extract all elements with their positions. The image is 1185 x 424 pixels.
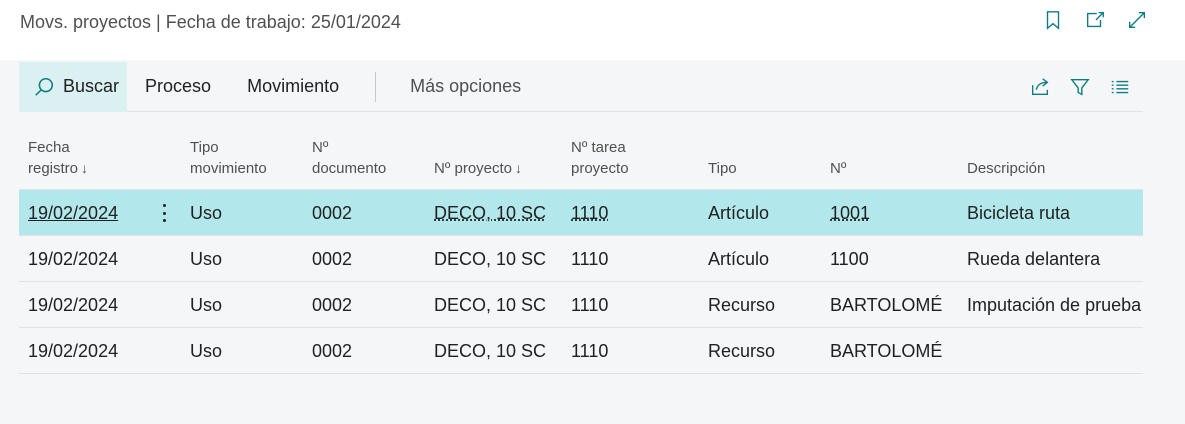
cell-descripcion: Rueda delantera xyxy=(967,249,1101,269)
cell-proyecto[interactable]: DECO, 10 SC xyxy=(434,202,546,224)
list-view-icon[interactable] xyxy=(1107,74,1133,100)
search-button-label: Buscar xyxy=(63,76,120,96)
cell-tipo-movimiento: Uso xyxy=(190,249,223,269)
column-header-tipo-movimiento[interactable]: Tipo movimiento xyxy=(190,137,267,179)
column-header-tarea-proyecto[interactable]: Nº tarea proyecto xyxy=(571,137,629,179)
column-header-documento[interactable]: Nº documento xyxy=(312,137,386,179)
row-menu-icon[interactable] xyxy=(159,202,169,224)
cell-documento: 0002 xyxy=(312,249,353,269)
table-row[interactable]: 19/02/2024 Uso 0002 DECO, 10 SC 1110 Rec… xyxy=(19,328,1143,374)
cell-proyecto: DECO, 10 SC xyxy=(434,295,547,315)
cell-documento: 0002 xyxy=(312,295,353,315)
page-title: Movs. proyectos | Fecha de trabajo: 25/0… xyxy=(20,12,401,32)
cell-tipo: Artículo xyxy=(708,249,770,269)
column-header-descripcion[interactable]: Descripción xyxy=(967,158,1045,179)
cell-numero: 1100 xyxy=(830,249,869,269)
expand-icon[interactable] xyxy=(1125,8,1149,32)
table-header: Fecha registro ↓ Tipo movimiento Nº docum… xyxy=(19,113,1143,190)
cell-proyecto: DECO, 10 SC xyxy=(434,341,547,361)
cell-tipo: Recurso xyxy=(708,295,776,315)
column-header-tipo[interactable]: Tipo xyxy=(708,158,737,179)
column-header-proyecto[interactable]: Nº proyecto ↓ xyxy=(434,158,522,179)
filter-icon[interactable] xyxy=(1067,74,1093,100)
cell-documento: 0002 xyxy=(312,341,353,361)
share-icon[interactable] xyxy=(1027,74,1053,100)
cell-numero: BARTOLOMÉ xyxy=(830,341,943,361)
cell-tarea: 1110 xyxy=(571,341,609,361)
table-row[interactable]: 19/02/2024 Uso 0002 DECO, 10 SC 1110 Rec… xyxy=(19,282,1143,328)
search-icon xyxy=(35,77,54,96)
cell-fecha: 19/02/2024 xyxy=(28,341,119,361)
sort-desc-icon: ↓ xyxy=(515,160,523,176)
more-options-menu[interactable]: Más opciones xyxy=(376,62,539,112)
cell-tipo: Recurso xyxy=(708,341,776,361)
table-row[interactable]: 19/02/2024 Uso 0002 DECO, 10 SC 1110 Art… xyxy=(19,190,1143,236)
cell-documento: 0002 xyxy=(312,203,353,223)
cell-numero: BARTOLOMÉ xyxy=(830,295,943,315)
sort-desc-icon: ↓ xyxy=(81,160,89,176)
cell-numero[interactable]: 1001 xyxy=(830,202,870,224)
action-bar: Buscar Proceso Movimiento Más opciones xyxy=(19,61,1143,112)
table-row[interactable]: 19/02/2024 Uso 0002 DECO, 10 SC 1110 Art… xyxy=(19,236,1143,282)
cell-descripcion: Imputación de prueba xyxy=(967,295,1142,315)
search-button[interactable]: Buscar xyxy=(19,61,128,112)
cell-tipo-movimiento: Uso xyxy=(190,203,223,223)
page-header: Movs. proyectos | Fecha de trabajo: 25/0… xyxy=(0,0,1185,60)
cell-fecha[interactable]: 19/02/2024 xyxy=(28,202,118,224)
cell-tipo-movimiento: Uso xyxy=(190,341,223,361)
cell-tipo-movimiento: Uso xyxy=(190,295,223,315)
cell-tarea: 1110 xyxy=(571,295,609,315)
open-new-window-icon[interactable] xyxy=(1083,8,1107,32)
process-menu[interactable]: Proceso xyxy=(127,62,229,112)
cell-proyecto: DECO, 10 SC xyxy=(434,249,547,269)
cell-fecha: 19/02/2024 xyxy=(28,295,119,315)
cell-tipo: Artículo xyxy=(708,203,770,223)
page-header-icons xyxy=(1041,8,1149,32)
entries-table: Fecha registro ↓ Tipo movimiento Nº docum… xyxy=(19,113,1143,374)
right-actions xyxy=(1027,74,1143,100)
bookmark-icon[interactable] xyxy=(1041,8,1065,32)
cell-descripcion: Bicicleta ruta xyxy=(967,203,1071,223)
cell-tarea[interactable]: 1110 xyxy=(571,202,608,224)
cell-tarea: 1110 xyxy=(571,249,609,269)
column-header-fecha-registro[interactable]: Fecha registro ↓ xyxy=(28,137,88,179)
column-header-numero[interactable]: Nº xyxy=(830,158,846,179)
movement-menu[interactable]: Movimiento xyxy=(229,62,357,112)
cell-fecha: 19/02/2024 xyxy=(28,249,119,269)
